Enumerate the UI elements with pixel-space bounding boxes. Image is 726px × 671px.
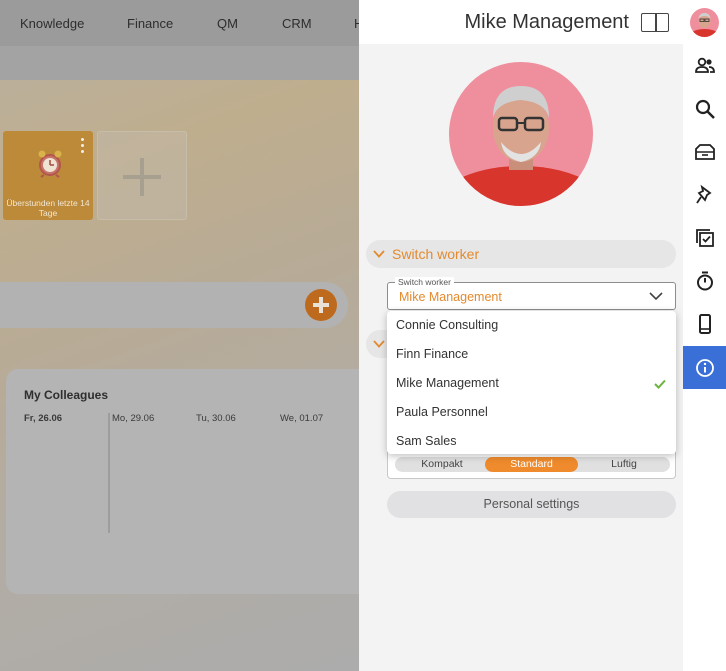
today-line	[108, 413, 110, 533]
add-button[interactable]	[305, 289, 337, 321]
worker-dropdown: Connie Consulting Finn Finance Mike Mana…	[387, 311, 676, 454]
user-name-title: Mike Management	[464, 11, 629, 33]
worker-option[interactable]: Connie Consulting	[387, 311, 676, 340]
split-layout-icon[interactable]	[641, 13, 669, 32]
day-column: Mo, 29.06	[112, 413, 155, 424]
personal-settings-button[interactable]: Personal settings	[387, 491, 676, 518]
more-vert-icon[interactable]	[81, 138, 85, 156]
density-airy[interactable]: Luftig	[578, 457, 670, 472]
search-icon[interactable]	[683, 87, 726, 130]
background-app: Knowledge Finance QM CRM H Überstunden l…	[0, 0, 359, 671]
colleagues-title: My Colleagues	[24, 388, 109, 402]
user-panel: Mike Management Switch worker Switch wor…	[359, 0, 683, 671]
stopwatch-icon[interactable]	[683, 259, 726, 302]
check-icon	[654, 379, 666, 389]
density-compact[interactable]: Kompakt	[395, 457, 489, 472]
worker-option[interactable]: Finn Finance	[387, 340, 676, 369]
section-label: Switch worker	[392, 246, 480, 262]
switch-worker-select[interactable]: Switch worker Mike Management	[387, 277, 676, 310]
nav-finance[interactable]: Finance	[127, 16, 173, 31]
nav-knowledge[interactable]: Knowledge	[20, 16, 84, 31]
search-bar[interactable]	[0, 282, 348, 328]
nav-crm[interactable]: CRM	[282, 16, 312, 31]
chevron-down-icon	[373, 340, 385, 348]
density-standard[interactable]: Standard	[485, 457, 578, 472]
worker-option-selected[interactable]: Mike Management	[387, 369, 676, 398]
worker-option[interactable]: Paula Personnel	[387, 398, 676, 427]
day-column: Tu, 30.06	[196, 413, 236, 424]
user-avatar-small[interactable]	[690, 8, 719, 37]
tile-label: Überstunden letzte 14 Tage	[6, 198, 90, 218]
alarm-clock-icon	[38, 150, 62, 178]
pin-icon[interactable]	[683, 173, 726, 216]
overtime-tile[interactable]: Überstunden letzte 14 Tage	[3, 131, 93, 220]
top-navigation: Knowledge Finance QM CRM H	[0, 0, 359, 46]
chevron-down-icon	[373, 250, 385, 258]
info-icon[interactable]	[683, 346, 726, 389]
mobile-icon[interactable]	[683, 302, 726, 345]
density-track: Kompakt Standard Luftig	[395, 457, 670, 472]
day-column: We, 01.07	[280, 413, 324, 424]
select-value: Mike Management	[399, 290, 502, 304]
nav-qm[interactable]: QM	[217, 16, 238, 31]
worker-option[interactable]: Sam Sales	[387, 427, 676, 456]
people-icon[interactable]	[683, 44, 726, 87]
icon-sidebar	[683, 0, 726, 671]
switch-worker-section[interactable]: Switch worker	[366, 240, 676, 268]
chevron-down-icon	[649, 292, 663, 301]
select-label: Switch worker	[395, 277, 454, 287]
sub-toolbar	[0, 46, 359, 80]
day-column: Fr, 26.06	[24, 413, 63, 424]
colleagues-card: My Colleagues Fr, 26.06 Mo, 29.06 Tu, 30…	[6, 369, 359, 594]
panel-header: Mike Management	[359, 0, 683, 44]
inbox-icon[interactable]	[683, 130, 726, 173]
user-avatar	[449, 62, 593, 206]
checklist-icon[interactable]	[683, 216, 726, 259]
add-tile-button[interactable]	[97, 131, 187, 220]
